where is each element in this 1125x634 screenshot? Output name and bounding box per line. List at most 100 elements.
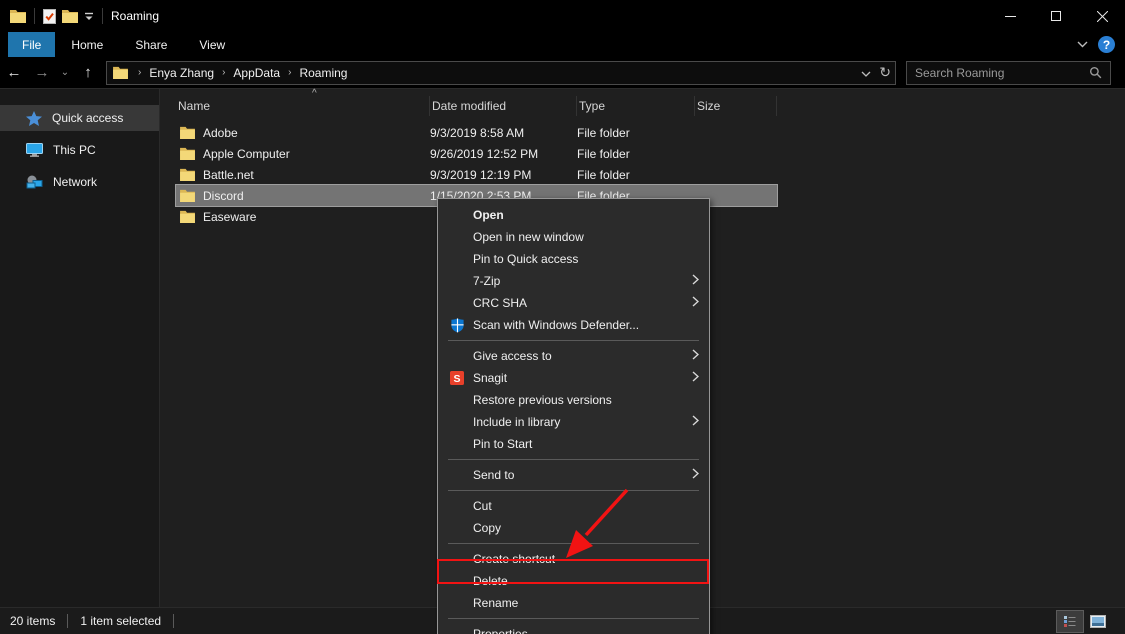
file-row-apple-computer[interactable]: Apple Computer9/26/2019 12:52 PMFile fol… xyxy=(176,143,777,164)
tab-view-label: View xyxy=(199,38,225,52)
navigation-pane: Quick access This PC Network xyxy=(0,89,160,607)
file-name: Easeware xyxy=(203,210,256,224)
view-toggles xyxy=(1057,611,1115,632)
sidebar-item-label: Quick access xyxy=(52,111,123,125)
svg-text:S: S xyxy=(453,373,460,385)
search-input[interactable]: Search Roaming xyxy=(906,61,1111,85)
status-divider xyxy=(173,614,174,628)
file-name: Battle.net xyxy=(203,168,254,182)
context-menu-separator xyxy=(448,490,699,491)
context-menu-item-rename[interactable]: Rename xyxy=(438,592,709,614)
context-menu-item-label: Properties xyxy=(473,627,699,634)
maximize-button[interactable] xyxy=(1033,0,1079,32)
tab-share[interactable]: Share xyxy=(119,32,183,57)
star-icon xyxy=(26,111,42,126)
column-header-size[interactable]: Size xyxy=(695,96,777,116)
tab-view[interactable]: View xyxy=(183,32,241,57)
close-button[interactable] xyxy=(1079,0,1125,32)
breadcrumb-chevron-icon: › xyxy=(130,67,149,78)
expand-ribbon-chevron-icon[interactable] xyxy=(1077,39,1088,51)
file-name: Discord xyxy=(203,189,244,203)
sidebar-item-label: This PC xyxy=(53,143,96,157)
column-headers: Name Date modified Type Size xyxy=(160,89,1125,122)
submenu-chevron-icon xyxy=(692,274,699,285)
ribbon-tab-bar: File Home Share View ? xyxy=(0,32,1125,57)
forward-button[interactable]: → xyxy=(28,64,56,81)
context-menu-item-label: Snagit xyxy=(473,371,692,385)
context-menu-item-label: Scan with Windows Defender... xyxy=(473,318,699,332)
context-menu-item-restore-previous-versions[interactable]: Restore previous versions xyxy=(438,389,709,411)
context-menu-item-label: Give access to xyxy=(473,349,692,363)
context-menu-item-label: Copy xyxy=(473,521,699,535)
column-header-date-modified[interactable]: Date modified xyxy=(430,96,577,116)
breadcrumb-enya-zhang[interactable]: Enya Zhang xyxy=(149,66,214,80)
address-dropdown-chevron-icon[interactable] xyxy=(861,66,871,80)
context-menu-item-label: Pin to Quick access xyxy=(473,252,699,266)
breadcrumb-appdata[interactable]: AppData xyxy=(233,66,280,80)
context-menu-item-label: 7-Zip xyxy=(473,274,692,288)
search-icon[interactable] xyxy=(1089,66,1102,79)
help-icon[interactable]: ? xyxy=(1098,36,1115,53)
customize-toolbar-chevron-icon[interactable] xyxy=(84,12,94,21)
context-menu-item-label: Open xyxy=(473,208,699,222)
context-menu-item-7-zip[interactable]: 7-Zip xyxy=(438,270,709,292)
sort-ascending-icon: ^ xyxy=(312,89,317,99)
context-menu-item-copy[interactable]: Copy xyxy=(438,517,709,539)
context-menu-item-snagit[interactable]: S Snagit xyxy=(438,367,709,389)
snagit-icon: S xyxy=(450,371,464,385)
up-button[interactable]: ↑ xyxy=(74,64,102,81)
context-menu-item-properties[interactable]: Properties xyxy=(438,623,709,634)
context-menu-item-pin-to-start[interactable]: Pin to Start xyxy=(438,433,709,455)
context-menu-item-open[interactable]: Open xyxy=(438,204,709,226)
sidebar-item-quick-access[interactable]: Quick access xyxy=(0,105,159,131)
sidebar-item-this-pc[interactable]: This PC xyxy=(0,137,159,163)
back-button[interactable]: ← xyxy=(0,64,28,81)
context-menu-item-give-access-to[interactable]: Give access to xyxy=(438,345,709,367)
context-menu-item-crc-sha[interactable]: CRC SHA xyxy=(438,292,709,314)
context-menu-item-pin-to-quick-access[interactable]: Pin to Quick access xyxy=(438,248,709,270)
submenu-chevron-icon xyxy=(692,296,699,307)
address-breadcrumb-box[interactable]: › Enya Zhang › AppData › Roaming ↻ xyxy=(106,61,896,85)
recent-locations-chevron-icon[interactable]: ⌄ xyxy=(56,67,74,78)
details-view-button[interactable] xyxy=(1057,611,1083,632)
context-menu-item-label: CRC SHA xyxy=(473,296,692,310)
breadcrumb-roaming[interactable]: Roaming xyxy=(299,66,347,80)
context-menu-separator xyxy=(448,340,699,341)
context-menu-item-label: Restore previous versions xyxy=(473,393,699,407)
file-explorer-window: Roaming File Home Share View ? ← → ⌄ ↑ › xyxy=(0,0,1125,634)
tab-home[interactable]: Home xyxy=(55,32,119,57)
title-bar: Roaming xyxy=(0,0,1125,32)
column-header-name[interactable]: Name xyxy=(176,96,430,116)
folder-icon xyxy=(180,168,195,181)
submenu-chevron-icon xyxy=(692,468,699,479)
context-menu-item-label: Rename xyxy=(473,596,699,610)
context-menu-item-include-in-library[interactable]: Include in library xyxy=(438,411,709,433)
address-bar: ← → ⌄ ↑ › Enya Zhang › AppData › Roaming… xyxy=(0,57,1125,88)
thumbnail-view-button[interactable] xyxy=(1085,611,1111,632)
selected-count: 1 item selected xyxy=(80,614,161,628)
context-menu-separator xyxy=(448,618,699,619)
context-menu-item-scan-with-windows-defender[interactable]: Scan with Windows Defender... xyxy=(438,314,709,336)
breadcrumb-chevron-icon: › xyxy=(280,67,299,78)
context-menu-item-cut[interactable]: Cut xyxy=(438,495,709,517)
window-title: Roaming xyxy=(111,9,159,23)
toolbar-divider xyxy=(34,8,35,24)
refresh-icon[interactable]: ↻ xyxy=(879,64,891,81)
file-row-battle-net[interactable]: Battle.net9/3/2019 12:19 PMFile folder xyxy=(176,164,777,185)
properties-check-icon[interactable] xyxy=(43,9,56,24)
minimize-button[interactable] xyxy=(987,0,1033,32)
network-icon xyxy=(26,175,43,189)
new-folder-icon[interactable] xyxy=(62,9,78,23)
explorer-folder-icon xyxy=(10,9,26,23)
tab-file[interactable]: File xyxy=(8,32,55,57)
context-menu-item-send-to[interactable]: Send to xyxy=(438,464,709,486)
breadcrumb-chevron-icon: › xyxy=(214,67,233,78)
sidebar-item-network[interactable]: Network xyxy=(0,169,159,195)
submenu-chevron-icon xyxy=(692,415,699,426)
context-menu-item-open-in-new-window[interactable]: Open in new window xyxy=(438,226,709,248)
delete-highlight-box xyxy=(437,559,709,584)
submenu-chevron-icon xyxy=(692,371,699,382)
file-row-adobe[interactable]: Adobe9/3/2019 8:58 AMFile folder xyxy=(176,122,777,143)
column-header-type[interactable]: Type xyxy=(577,96,695,116)
tab-share-label: Share xyxy=(135,38,167,52)
